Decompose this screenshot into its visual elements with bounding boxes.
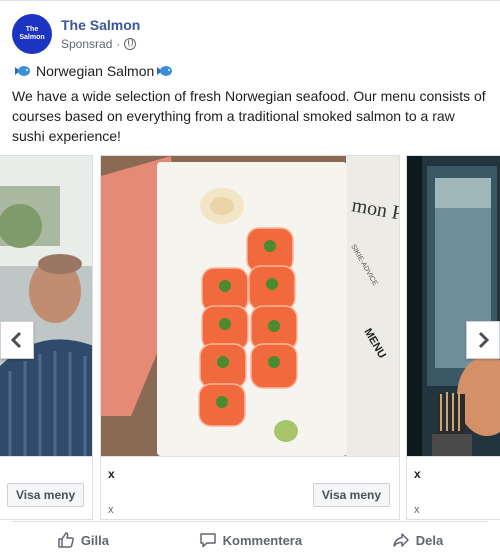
share-button[interactable]: Dela	[392, 531, 443, 549]
card-image-restaurant-interior[interactable]	[407, 156, 500, 456]
sponsored-row: Sponsrad ·	[61, 36, 140, 52]
card-image-salmon-sushi[interactable]: mon Pos SIKIE-ADVICE MENU	[101, 156, 399, 456]
like-label: Gilla	[80, 532, 109, 548]
separator: ·	[116, 37, 121, 51]
comment-icon	[199, 533, 216, 548]
chevron-left-icon	[10, 331, 22, 349]
share-arrow-icon	[392, 533, 409, 547]
carousel: Visa meny mon Pos SIKIE-ADVICE MENU x Vi…	[0, 155, 500, 521]
post-description: We have a wide selection of fresh Norweg…	[12, 88, 486, 144]
avatar[interactable]: The Salmon	[12, 14, 52, 54]
card-description: x	[414, 504, 420, 516]
avatar-text-line-1: The	[25, 26, 39, 33]
post-actions-bar: Gilla Kommentera Dela	[12, 521, 488, 558]
thumbs-up-icon	[58, 532, 74, 548]
card-image-restaurant-guest[interactable]	[0, 156, 92, 456]
carousel-card[interactable]: mon Pos SIKIE-ADVICE MENU x Visa meny x	[100, 155, 400, 520]
avatar-text-line-2: Salmon	[19, 34, 45, 41]
fish-icon	[15, 64, 33, 78]
page-name-link[interactable]: The Salmon	[61, 16, 140, 34]
like-button[interactable]: Gilla	[57, 531, 109, 549]
card-info: x x	[407, 456, 500, 519]
sponsored-label[interactable]: Sponsrad	[61, 36, 112, 52]
post-title: Norwegian Salmon	[36, 63, 155, 79]
chevron-right-icon	[478, 331, 490, 349]
carousel-next-button[interactable]	[466, 321, 500, 359]
comment-button[interactable]: Kommentera	[199, 531, 302, 549]
globe-icon	[124, 38, 137, 50]
visa-meny-button[interactable]: Visa meny	[7, 483, 85, 507]
card-headline: x	[414, 467, 421, 481]
visa-meny-button[interactable]: Visa meny	[312, 483, 390, 507]
share-label: Dela	[415, 532, 444, 548]
card-info: Visa meny	[0, 456, 92, 519]
post-header: The Salmon The Salmon Sponsrad ·	[12, 12, 140, 56]
card-headline: x	[108, 467, 115, 481]
comment-label: Kommentera	[222, 532, 303, 548]
card-description: x	[108, 504, 114, 516]
top-divider	[0, 0, 500, 1]
carousel-prev-button[interactable]	[0, 321, 34, 359]
fish-icon	[157, 64, 175, 78]
post-title-line: Norwegian Salmon	[12, 61, 178, 81]
card-info: x Visa meny x	[101, 456, 399, 519]
